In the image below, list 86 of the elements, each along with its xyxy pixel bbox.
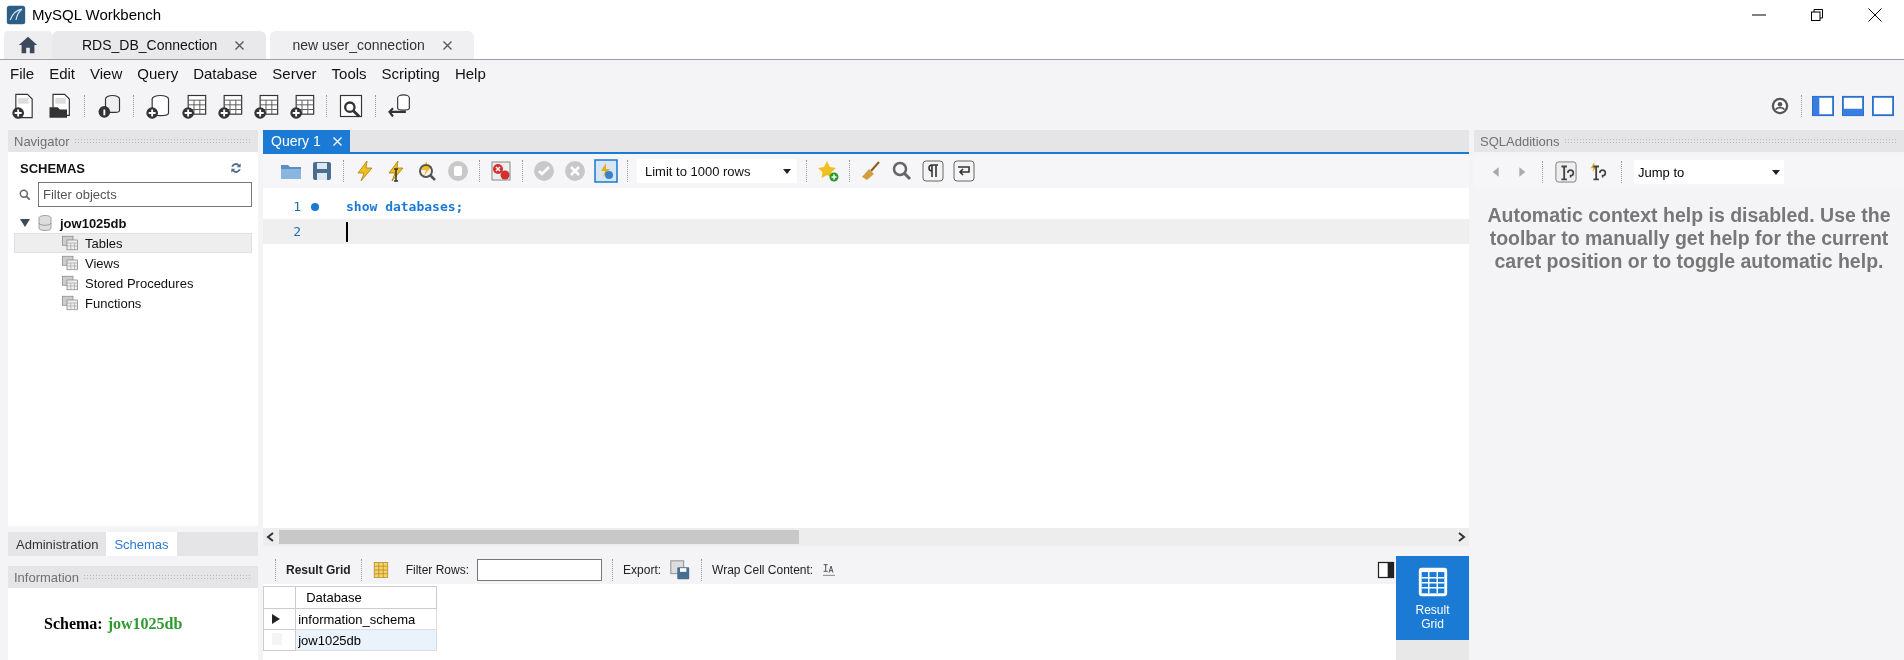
create-schema-icon[interactable] xyxy=(144,92,172,120)
query-tab[interactable]: Query 1 xyxy=(263,130,350,152)
menu-item[interactable]: Query xyxy=(131,64,188,82)
search-icon xyxy=(18,187,32,202)
section-title: SCHEMAS xyxy=(20,160,85,176)
horizontal-scrollbar[interactable] xyxy=(263,528,1469,546)
column-header[interactable]: Database xyxy=(295,586,437,609)
tab-label: new user_connection xyxy=(292,37,425,53)
filter-rows-field[interactable] xyxy=(477,559,603,581)
table-group-icon xyxy=(61,274,79,292)
code-text: show databases; xyxy=(346,199,464,214)
menu-item[interactable]: Database xyxy=(187,64,267,82)
tree-item[interactable]: Views xyxy=(14,253,252,273)
limit-dropdown[interactable]: Limit to 1000 rows xyxy=(637,159,797,183)
export-icon[interactable] xyxy=(669,559,692,581)
context-help-icon[interactable] xyxy=(1555,161,1577,183)
check-icon[interactable] xyxy=(532,159,556,183)
toggle-right-panel-icon[interactable] xyxy=(1872,95,1894,117)
home-tab[interactable] xyxy=(4,31,52,59)
schema-label: Schema: xyxy=(44,615,103,633)
app-logo-icon xyxy=(6,4,26,25)
stop-on-error-icon[interactable] xyxy=(489,159,513,183)
close-tab-icon[interactable] xyxy=(235,40,245,50)
broom-icon[interactable] xyxy=(859,159,883,183)
close-tab-icon[interactable] xyxy=(442,40,452,50)
window-title: MySQL Workbench xyxy=(32,6,162,23)
search-table-icon[interactable] xyxy=(337,92,365,120)
refresh-icon[interactable] xyxy=(228,160,244,176)
create-table-icon[interactable] xyxy=(180,92,208,120)
panel-tab[interactable]: Schemas xyxy=(106,532,177,556)
tab-label: RDS_DB_Connection xyxy=(82,37,218,53)
menu-item[interactable]: Server xyxy=(266,64,326,82)
panel-title: Information xyxy=(14,569,80,585)
autocommit-toggle-icon[interactable] xyxy=(594,159,618,183)
statement-dot-icon xyxy=(311,202,319,211)
line-number: 2 xyxy=(292,224,301,239)
search-icon[interactable] xyxy=(890,159,914,183)
menu-item[interactable]: File xyxy=(4,64,44,82)
panel-title: SQLAdditions xyxy=(1480,133,1560,149)
settings-icon[interactable] xyxy=(1769,95,1791,117)
toggle-output-icon[interactable] xyxy=(1842,95,1864,117)
close-icon xyxy=(1868,7,1882,22)
filter-label: Filter Rows: xyxy=(405,563,470,577)
toggle-sidebar-icon[interactable] xyxy=(1812,95,1834,117)
toggle-panel-icon[interactable] xyxy=(1376,560,1396,580)
menu-item[interactable]: Tools xyxy=(325,64,376,82)
save-icon[interactable] xyxy=(310,159,334,183)
result-grid-label: Result Grid xyxy=(286,563,351,577)
menu-item[interactable]: Edit xyxy=(43,64,85,82)
help-message: Automatic context help is disabled. Use the toolbar to manually get help for the current caret position or to toggle automatic help. xyxy=(1486,204,1892,273)
table-group-icon xyxy=(61,234,79,252)
connection-tab[interactable]: RDS_DB_Connection xyxy=(52,31,267,59)
export-label: Export: xyxy=(623,563,662,577)
panel-title: Navigator xyxy=(14,133,70,149)
minimize-icon xyxy=(1752,13,1766,16)
tree-item[interactable]: jow1025db xyxy=(14,213,252,233)
connection-tab[interactable]: new user_connection xyxy=(270,31,474,59)
filter-field[interactable]: Filter objects xyxy=(38,182,252,207)
pilcrow-icon[interactable] xyxy=(921,159,945,183)
tree-item[interactable]: Stored Procedures xyxy=(14,273,252,293)
menu-item[interactable]: View xyxy=(84,64,132,82)
add-snippet-star-icon[interactable] xyxy=(816,159,840,183)
tree-item[interactable]: Functions xyxy=(14,293,252,313)
tree-item[interactable]: Tables xyxy=(14,233,252,253)
wrap-lines-icon[interactable] xyxy=(952,159,976,183)
table-group-icon xyxy=(61,254,79,272)
database-icon xyxy=(36,214,54,232)
caret-icon xyxy=(783,168,791,174)
text-caret xyxy=(346,221,348,242)
restore-icon xyxy=(1811,8,1823,21)
result-grid-button[interactable]: Result Grid xyxy=(1396,556,1469,640)
panel-tab[interactable]: Administration xyxy=(8,532,107,556)
create-function-icon[interactable] xyxy=(288,92,316,120)
jump-to-dropdown[interactable]: Jump to xyxy=(1634,160,1784,184)
home-icon xyxy=(17,34,39,56)
menu-item[interactable]: Help xyxy=(448,64,495,82)
menu-item[interactable]: Scripting xyxy=(375,64,449,82)
wrap-cell-icon[interactable] xyxy=(821,562,838,578)
expand-arrow-icon[interactable] xyxy=(20,218,30,228)
create-procedure-icon[interactable] xyxy=(252,92,280,120)
wrap-label: Wrap Cell Content: xyxy=(712,563,814,577)
line-number: 1 xyxy=(292,199,301,214)
create-view-icon[interactable] xyxy=(216,92,244,120)
schema-value: jow1025db xyxy=(107,615,183,633)
caret-icon xyxy=(1772,169,1780,175)
table-group-icon xyxy=(61,294,79,312)
